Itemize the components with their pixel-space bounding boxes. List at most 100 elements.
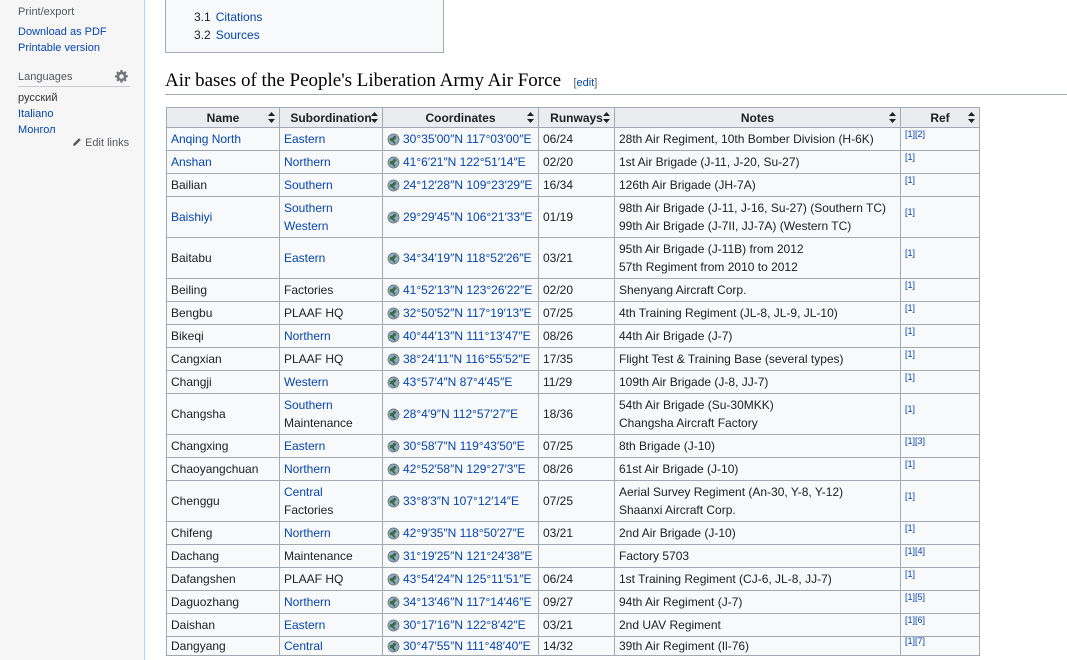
coordinates-link[interactable]: 34°13′46″N 117°14′46″E: [403, 595, 531, 609]
subordination-link[interactable]: Eastern: [284, 251, 325, 265]
reference-link[interactable]: [1]: [905, 349, 915, 359]
notes-text: 98th Air Brigade (J-11, J-16, Su-27) (So…: [619, 201, 887, 215]
column-header-label: Runways: [550, 110, 603, 125]
subordination-link[interactable]: Southern: [284, 398, 333, 412]
cell-notes: 95th Air Brigade (J-11B) from 2012 57th R…: [614, 237, 901, 279]
coordinates-link[interactable]: 30°47′55″N 111°48′40″E: [403, 639, 531, 653]
column-header-coordinates[interactable]: Coordinates: [382, 107, 539, 128]
reference-link[interactable]: [1]: [905, 372, 915, 382]
reference-link[interactable]: [1]: [905, 523, 915, 533]
reference-link[interactable]: [1]: [905, 491, 915, 501]
coordinates-link[interactable]: 31°19′25″N 121°24′38″E: [403, 549, 532, 563]
subordination-link[interactable]: Northern: [284, 329, 331, 343]
coordinates-link[interactable]: 29°29′45″N 106°21′33″E: [403, 210, 532, 224]
table-row: Bengbu PLAAF HQ 32°50′52″N 117°19′13″E 07/2…: [166, 301, 980, 325]
cell-ref: [1][6]: [900, 613, 980, 637]
reference-link[interactable]: [1][7]: [905, 636, 925, 646]
coordinates-link[interactable]: 40°44′13″N 111°13′47″E: [403, 329, 531, 343]
subordination-text: PLAAF HQ: [284, 572, 344, 586]
subordination-link[interactable]: Eastern: [284, 132, 325, 146]
cell-notes: 98th Air Brigade (J-11, J-16, Su-27) (So…: [614, 196, 901, 238]
coordinates-link[interactable]: 43°54′24″N 125°11′51″E: [403, 572, 531, 586]
cell-name: Bengbu: [166, 301, 280, 325]
cell-notes: 126th Air Brigade (JH-7A): [614, 173, 901, 197]
coordinates-link[interactable]: 42°52′58″N 129°27′3″E: [403, 462, 526, 476]
section-edit-link[interactable]: edit: [577, 77, 595, 89]
column-header-subordination[interactable]: Subordination: [279, 107, 383, 128]
reference-link[interactable]: [1][4]: [905, 546, 925, 556]
gear-icon[interactable]: [115, 70, 128, 83]
subordination-link[interactable]: Northern: [284, 526, 331, 540]
base-name-link[interactable]: Baishiyi: [171, 210, 212, 224]
subordination-link[interactable]: Northern: [284, 462, 331, 476]
subordination-link[interactable]: Southern: [284, 178, 333, 192]
coordinates-link[interactable]: 34°34′19″N 118°52′26″E: [403, 251, 531, 265]
coordinates-link[interactable]: 32°50′52″N 117°19′13″E: [403, 306, 531, 320]
subordination-link[interactable]: Eastern: [284, 618, 325, 632]
coordinates-link[interactable]: 42°9′35″N 118°50′27″E: [403, 526, 525, 540]
reference-link[interactable]: [1]: [905, 248, 915, 258]
cell-name: Bikeqi: [166, 324, 280, 348]
reference-link[interactable]: [1][5]: [905, 592, 925, 602]
notes-text: 44th Air Brigade (J-7): [619, 329, 733, 343]
coordinates-link[interactable]: 43°57′4″N 87°4′45″E: [403, 375, 512, 389]
printable-version-link[interactable]: Printable version: [18, 42, 100, 54]
cell-runways: 06/24: [538, 127, 615, 151]
cell-subordination: PLAAF HQ: [279, 347, 383, 371]
toc-item-citations[interactable]: 3.1 Citations: [194, 10, 262, 24]
coordinates-link[interactable]: 30°17′16″N 122°8′42″E: [403, 618, 526, 632]
subordination-link[interactable]: Western: [284, 375, 328, 389]
coordinates-link[interactable]: 30°35′00″N 117°03′00″E: [403, 132, 531, 146]
cell-name: Chaoyangchuan: [166, 457, 280, 481]
reference-link[interactable]: [1]: [905, 175, 915, 185]
subordination-link[interactable]: Central: [284, 485, 323, 499]
base-name-link[interactable]: Anshan: [171, 155, 212, 169]
notes-text: 2nd Air Brigade (J-10): [619, 526, 736, 540]
edit-links-link[interactable]: Edit links: [72, 137, 129, 149]
subordination-link[interactable]: Northern: [284, 155, 331, 169]
reference-link[interactable]: [1]: [905, 280, 915, 290]
reference-link[interactable]: [1]: [905, 303, 915, 313]
subordination-link[interactable]: Eastern: [284, 439, 325, 453]
notes-text: Aerial Survey Regiment (An-30, Y-8, Y-12…: [619, 485, 844, 499]
lang-link-mongol[interactable]: Монгол: [18, 124, 56, 136]
sort-icon: [268, 112, 275, 123]
base-name: Beiling: [171, 283, 208, 297]
lang-link-italiano[interactable]: Italiano: [18, 108, 53, 120]
toc-item-sources[interactable]: 3.2 Sources: [194, 28, 260, 42]
coordinates-link[interactable]: 41°6′21″N 122°51′14″E: [403, 155, 526, 169]
subordination-link[interactable]: Northern: [284, 595, 331, 609]
reference-link[interactable]: [1]: [905, 459, 915, 469]
globe-icon: [387, 156, 400, 169]
coordinates-link[interactable]: 41°52′13″N 123°26′22″E: [403, 283, 532, 297]
subordination-link[interactable]: Southern: [284, 201, 333, 215]
reference-link[interactable]: [1]: [905, 326, 915, 336]
subordination-link[interactable]: Western: [284, 219, 328, 233]
reference-link[interactable]: [1][3]: [905, 436, 925, 446]
column-header-notes[interactable]: Notes: [614, 107, 901, 128]
column-header-name[interactable]: Name: [166, 107, 280, 128]
reference-link[interactable]: [1]: [905, 404, 915, 414]
globe-icon: [387, 440, 400, 453]
coordinates-link[interactable]: 38°24′11″N 116°55′52″E: [403, 352, 531, 366]
coordinates-link[interactable]: 28°4′9″N 112°57′27″E: [403, 407, 518, 421]
subordination-link[interactable]: Central: [284, 639, 323, 653]
download-pdf-link[interactable]: Download as PDF: [18, 26, 107, 38]
lang-link-russian[interactable]: русский: [18, 92, 57, 104]
coordinates-link[interactable]: 24°12′28″N 109°23′29″E: [403, 178, 532, 192]
reference-link[interactable]: [1][6]: [905, 615, 925, 625]
table-row: Dachang Maintenance 31°19′25″N 121°24′38″E…: [166, 544, 980, 568]
column-header-runways[interactable]: Runways: [538, 107, 615, 128]
toc-label: Citations: [215, 10, 263, 24]
base-name-link[interactable]: Anqing North: [171, 132, 241, 146]
toc-number: 3.2: [194, 28, 211, 42]
reference-link[interactable]: [1]: [905, 569, 915, 579]
notes-text: Flight Test & Training Base (several typ…: [619, 352, 844, 366]
column-header-ref[interactable]: Ref: [900, 107, 980, 128]
reference-link[interactable]: [1]: [905, 207, 915, 217]
reference-link[interactable]: [1]: [905, 152, 915, 162]
column-header-label: Coordinates: [425, 110, 496, 125]
reference-link[interactable]: [1][2]: [905, 129, 925, 139]
coordinates-link[interactable]: 33°8′3″N 107°12′14″E: [403, 494, 519, 508]
coordinates-link[interactable]: 30°58′7″N 119°43′50″E: [403, 439, 525, 453]
